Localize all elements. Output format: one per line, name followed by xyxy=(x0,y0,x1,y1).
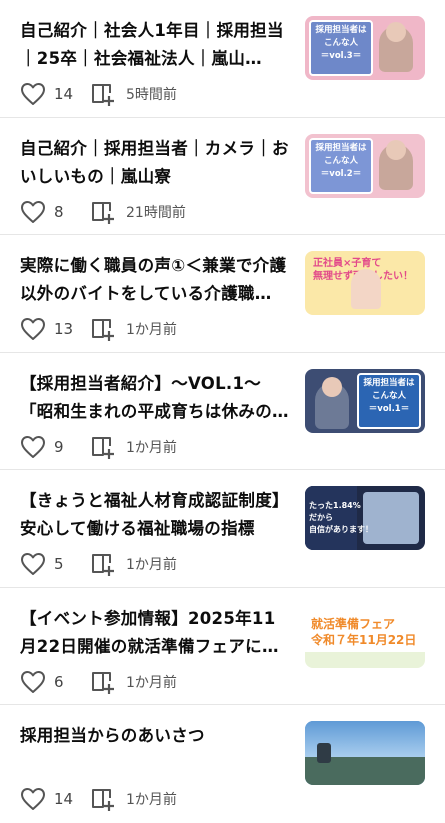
article-meta: 14 1か月前 xyxy=(20,785,177,813)
article-meta: 6 1か月前 xyxy=(20,668,177,696)
published-time: 1か月前 xyxy=(126,792,177,808)
like-count: 14 xyxy=(54,790,74,808)
add-to-magazine-icon[interactable] xyxy=(90,434,116,460)
article-thumbnail[interactable]: 採用担当者は こんな人 ＝vol.1＝ xyxy=(305,368,425,433)
article-list: 自己紹介｜社会人1年目｜採用担当｜25卒｜社会福祉法人｜嵐山… 14 5時間前 … xyxy=(0,0,445,823)
thumbnail-text: 採用担当者は こんな人 ＝vol.1＝ xyxy=(363,377,415,414)
published-time: 5時間前 xyxy=(126,87,177,103)
heart-icon[interactable] xyxy=(20,670,46,694)
article-title[interactable]: 実際に働く職員の声①＜兼業で介護以外のバイトをしている介護職… xyxy=(20,252,290,308)
article-meta: 8 21時間前 xyxy=(20,198,186,226)
article-title[interactable]: 採用担当からのあいさつ xyxy=(20,722,290,750)
like-count: 6 xyxy=(54,672,64,691)
add-to-magazine-icon[interactable] xyxy=(90,669,116,695)
heart-icon[interactable] xyxy=(20,435,46,459)
like-count: 8 xyxy=(54,202,64,221)
article-title[interactable]: 【イベント参加情報】2025年11月22日開催の就活準備フェアに参… xyxy=(20,605,290,661)
heart-icon[interactable] xyxy=(20,82,46,106)
article-title[interactable]: 【きょうと福祉人材育成認証制度】安心して働ける福祉職場の指標 xyxy=(20,487,290,543)
article-title[interactable]: 自己紹介｜採用担当者｜カメラ｜おいしいもの｜嵐山寮 xyxy=(20,135,290,191)
article-thumbnail[interactable]: 正社員×子育て 無理せず両立したい！ xyxy=(305,251,425,315)
article-card[interactable]: 【採用担当者紹介】～VOL.1～「昭和生まれの平成育ちは休みの日… 9 1か月前… xyxy=(0,353,445,470)
thumbnail-text: たった1.84% だから 自信があります！ xyxy=(309,501,373,534)
published-time: 1か月前 xyxy=(126,322,177,338)
add-to-magazine-icon[interactable] xyxy=(90,199,116,225)
article-card[interactable]: 【イベント参加情報】2025年11月22日開催の就活準備フェアに参… 6 1か月… xyxy=(0,588,445,705)
article-thumbnail[interactable]: 採用担当者は こんな人 ＝vol.3＝ xyxy=(305,16,425,80)
add-to-magazine-icon[interactable] xyxy=(90,786,116,812)
article-card[interactable]: 採用担当からのあいさつ 14 1か月前 xyxy=(0,705,445,823)
published-time: 1か月前 xyxy=(126,439,177,456)
add-to-magazine-icon[interactable] xyxy=(90,316,116,342)
article-thumbnail[interactable]: 採用担当者は こんな人 ＝vol.2＝ xyxy=(305,133,425,198)
article-thumbnail[interactable] xyxy=(305,721,425,785)
like-count: 13 xyxy=(54,320,74,338)
article-card[interactable]: 【きょうと福祉人材育成認証制度】安心して働ける福祉職場の指標 5 1か月前 たっ… xyxy=(0,470,445,588)
published-time: 1か月前 xyxy=(126,674,177,691)
thumbnail-text: 採用担当者は こんな人 ＝vol.3＝ xyxy=(315,25,367,61)
article-title[interactable]: 【採用担当者紹介】～VOL.1～「昭和生まれの平成育ちは休みの日… xyxy=(20,370,290,426)
article-meta: 5 1か月前 xyxy=(20,550,177,578)
like-count: 9 xyxy=(54,437,64,456)
like-count: 5 xyxy=(54,555,64,573)
article-title[interactable]: 自己紹介｜社会人1年目｜採用担当｜25卒｜社会福祉法人｜嵐山… xyxy=(20,17,290,73)
add-to-magazine-icon[interactable] xyxy=(90,551,116,577)
thumbnail-text: 就活準備フェア 令和７年11月22日 xyxy=(311,616,417,647)
thumbnail-text: 採用担当者は こんな人 ＝vol.2＝ xyxy=(315,142,367,179)
heart-icon[interactable] xyxy=(20,200,46,224)
article-card[interactable]: 実際に働く職員の声①＜兼業で介護以外のバイトをしている介護職… 13 1か月前 … xyxy=(0,235,445,353)
like-count: 14 xyxy=(54,85,74,103)
article-card[interactable]: 自己紹介｜社会人1年目｜採用担当｜25卒｜社会福祉法人｜嵐山… 14 5時間前 … xyxy=(0,0,445,118)
heart-icon[interactable] xyxy=(20,787,46,811)
article-meta: 13 1か月前 xyxy=(20,315,177,343)
article-meta: 14 5時間前 xyxy=(20,80,177,108)
add-to-magazine-icon[interactable] xyxy=(90,81,116,107)
article-meta: 9 1か月前 xyxy=(20,433,177,461)
article-thumbnail[interactable]: たった1.84% だから 自信があります！ xyxy=(305,486,425,550)
article-thumbnail[interactable]: 就活準備フェア 令和７年11月22日 xyxy=(305,603,425,668)
heart-icon[interactable] xyxy=(20,317,46,341)
heart-icon[interactable] xyxy=(20,552,46,576)
published-time: 1か月前 xyxy=(126,557,177,573)
article-card[interactable]: 自己紹介｜採用担当者｜カメラ｜おいしいもの｜嵐山寮 8 21時間前 採用担当者は… xyxy=(0,118,445,235)
published-time: 21時間前 xyxy=(126,204,186,221)
